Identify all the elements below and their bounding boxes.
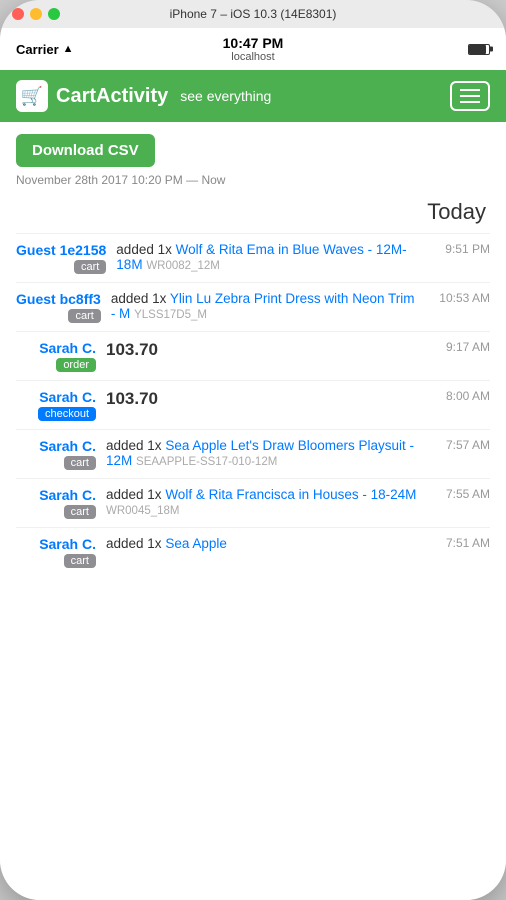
- action-text: added 1x: [111, 291, 170, 306]
- row-user-left: Sarah C. cart: [16, 438, 106, 470]
- activity-row: Sarah C. checkout 103.70 8:00 AM: [16, 380, 490, 429]
- wifi-icon: ▲: [63, 43, 74, 55]
- activity-time: 7:51 AM: [418, 536, 490, 550]
- product-link[interactable]: Wolf & Rita Francisca in Houses - 18-24M: [165, 487, 416, 502]
- row-description: added 1x Ylin Lu Zebra Print Dress with …: [111, 291, 418, 321]
- row-user-left: Sarah C. order: [16, 340, 106, 372]
- user-name[interactable]: Guest bc8ff3: [16, 291, 101, 307]
- tag-cart: cart: [64, 456, 96, 470]
- battery-icon: [468, 44, 490, 55]
- title-bar: iPhone 7 – iOS 10.3 (14E8301): [0, 0, 506, 28]
- status-url: localhost: [231, 51, 274, 63]
- phone-frame: iPhone 7 – iOS 10.3 (14E8301) Carrier ▲ …: [0, 0, 506, 900]
- close-dot[interactable]: [12, 8, 24, 20]
- activity-row: Sarah C. cart added 1x Wolf & Rita Franc…: [16, 478, 490, 527]
- row-description: added 1x Wolf & Rita Ema in Blue Waves -…: [116, 242, 418, 272]
- minimize-dot[interactable]: [30, 8, 42, 20]
- product-sku: WR0082_12M: [146, 260, 220, 272]
- status-time: 10:47 PM: [223, 35, 284, 51]
- activity-row: Guest bc8ff3 cart added 1x Ylin Lu Zebra…: [16, 282, 490, 331]
- maximize-dot[interactable]: [48, 8, 60, 20]
- row-user-left: Sarah C. cart: [16, 487, 106, 519]
- activity-time: 10:53 AM: [418, 291, 490, 305]
- section-today: Today: [16, 199, 490, 225]
- window-controls: [12, 8, 60, 20]
- checkout-amount: 103.70: [106, 389, 158, 408]
- activity-row: Sarah C. cart added 1x Sea Apple 7:51 AM: [16, 527, 490, 576]
- date-range: November 28th 2017 10:20 PM — Now: [16, 173, 490, 187]
- tag-order: order: [56, 358, 96, 372]
- status-carrier: Carrier ▲: [16, 42, 74, 57]
- row-user-left: Guest 1e2158 cart: [16, 242, 116, 274]
- action-text: added 1x: [106, 438, 165, 453]
- hamburger-button[interactable]: [450, 81, 490, 111]
- action-text: added 1x: [116, 242, 175, 257]
- row-description: 103.70: [106, 340, 418, 360]
- app-brand: 🛒 CartActivity see everything: [16, 80, 271, 112]
- activity-time: 9:51 PM: [418, 242, 490, 256]
- user-name[interactable]: Sarah C.: [39, 487, 96, 503]
- row-description: added 1x Wolf & Rita Francisca in Houses…: [106, 487, 418, 517]
- user-name[interactable]: Sarah C.: [39, 438, 96, 454]
- product-sku: SEAAPPLE-SS17-010-12M: [136, 456, 277, 468]
- status-bar: Carrier ▲ 10:47 PM localhost: [0, 28, 506, 70]
- tag-cart: cart: [64, 554, 96, 568]
- activity-time: 9:17 AM: [418, 340, 490, 354]
- action-text: added 1x: [106, 536, 165, 551]
- app-header: 🛒 CartActivity see everything: [0, 70, 506, 122]
- hamburger-line-1: [460, 89, 480, 91]
- download-csv-button[interactable]: Download CSV: [16, 134, 155, 167]
- hamburger-line-3: [460, 101, 480, 103]
- user-name[interactable]: Sarah C.: [39, 536, 96, 552]
- order-amount: 103.70: [106, 340, 158, 359]
- content-area: Download CSV November 28th 2017 10:20 PM…: [0, 122, 506, 900]
- product-sku: WR0045_18M: [106, 505, 180, 517]
- user-name[interactable]: Guest 1e2158: [16, 242, 106, 258]
- window-title: iPhone 7 – iOS 10.3 (14E8301): [170, 7, 337, 21]
- row-description: added 1x Sea Apple: [106, 536, 418, 551]
- activity-time: 7:57 AM: [418, 438, 490, 452]
- tag-cart: cart: [74, 260, 106, 274]
- product-link[interactable]: Sea Apple: [165, 536, 227, 551]
- user-name[interactable]: Sarah C.: [39, 389, 96, 405]
- action-text: added 1x: [106, 487, 165, 502]
- tag-cart: cart: [68, 309, 100, 323]
- row-user-left: Sarah C. checkout: [16, 389, 106, 421]
- app-icon-emoji: 🛒: [21, 86, 43, 107]
- user-name[interactable]: Sarah C.: [39, 340, 96, 356]
- row-user-left: Guest bc8ff3 cart: [16, 291, 111, 323]
- row-user-left: Sarah C. cart: [16, 536, 106, 568]
- activity-time: 8:00 AM: [418, 389, 490, 403]
- app-subtitle: see everything: [180, 88, 271, 104]
- tag-checkout: checkout: [38, 407, 96, 421]
- activity-row: Sarah C. cart added 1x Sea Apple Let's D…: [16, 429, 490, 478]
- app-title: CartActivity: [56, 85, 168, 108]
- activity-time: 7:55 AM: [418, 487, 490, 501]
- activity-row: Sarah C. order 103.70 9:17 AM: [16, 331, 490, 380]
- hamburger-line-2: [460, 95, 480, 97]
- tag-cart: cart: [64, 505, 96, 519]
- activity-row: Guest 1e2158 cart added 1x Wolf & Rita E…: [16, 233, 490, 282]
- status-battery: [468, 44, 490, 55]
- carrier-label: Carrier: [16, 42, 59, 57]
- row-description: 103.70: [106, 389, 418, 409]
- app-icon: 🛒: [16, 80, 48, 112]
- row-description: added 1x Sea Apple Let's Draw Bloomers P…: [106, 438, 418, 468]
- product-sku: YLSS17D5_M: [134, 309, 207, 321]
